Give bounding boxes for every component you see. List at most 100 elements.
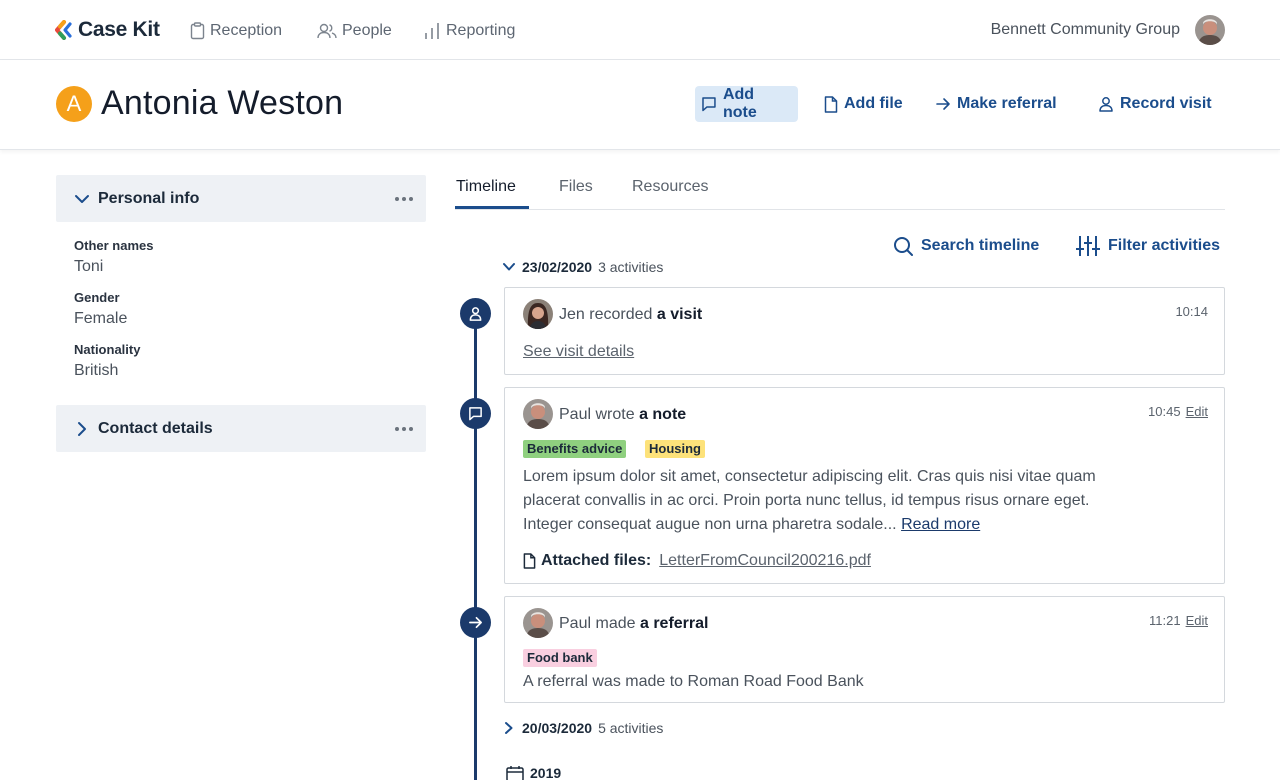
filter-activities-label: Filter activities — [1108, 237, 1221, 254]
chevron-right-icon — [505, 722, 513, 734]
more-options-icon[interactable] — [394, 189, 414, 209]
author-name: Paul — [559, 615, 592, 632]
brand-logo[interactable]: Case Kit — [55, 18, 160, 42]
group-date: 23/02/2020 — [522, 259, 593, 275]
active-tab-indicator — [455, 206, 529, 209]
edit-link[interactable]: Edit — [1186, 613, 1208, 628]
case-kit-logo-icon — [55, 20, 72, 40]
field-label: Other names — [74, 238, 154, 253]
personal-info-section-header[interactable]: Personal info — [56, 175, 426, 222]
nav-item-label: People — [342, 22, 392, 39]
group-count: 3 activities — [598, 259, 664, 275]
date-group-header[interactable]: 23/02/2020 3 activities — [502, 257, 663, 277]
filter-activities-button[interactable]: Filter activities — [1076, 234, 1220, 258]
read-more-link[interactable]: Read more — [901, 516, 980, 533]
referral-node-icon — [460, 607, 491, 638]
add-note-label: Add note — [722, 86, 757, 121]
date-group-header[interactable]: 20/03/2020 5 activities — [502, 718, 663, 738]
record-visit-button[interactable]: Record visit — [1092, 86, 1218, 122]
author-name: Jen — [559, 306, 585, 323]
speech-bubble-icon — [702, 97, 716, 112]
arrow-right-icon — [936, 98, 950, 110]
bar-chart-icon — [425, 23, 439, 39]
group-count: 5 activities — [598, 720, 664, 736]
activity-time-block: 11:21 Edit — [1149, 613, 1208, 628]
content-tabs: Timeline Files Resources — [455, 172, 1225, 210]
chevron-down-icon — [75, 194, 89, 203]
person-initial-badge: A — [56, 86, 92, 122]
nav-item-people[interactable]: People — [317, 19, 392, 43]
person-header: A Antonia Weston Add note Add file Make … — [0, 60, 1280, 150]
add-note-button[interactable]: Add note — [695, 86, 798, 122]
contact-details-section-header[interactable]: Contact details — [56, 405, 426, 452]
tag-housing[interactable]: Housing — [645, 440, 705, 458]
activity-verb: made — [595, 615, 636, 632]
page-title: Antonia Weston — [101, 84, 344, 122]
activity-card-referral: Paul made a referral 11:21 Edit Food bank… — [504, 596, 1225, 703]
organisation-name[interactable]: Bennett Community Group — [991, 21, 1180, 39]
year-group-header[interactable]: 2019 — [506, 763, 561, 780]
activity-heading: Paul made a referral — [559, 615, 708, 633]
attached-files-row: Attached files: LetterFromCouncil200216.… — [523, 552, 871, 570]
section-title: Personal info — [98, 189, 200, 207]
activity-object: a visit — [656, 306, 703, 323]
field-label: Nationality — [74, 342, 141, 357]
file-icon — [824, 95, 838, 113]
activity-verb: wrote — [595, 406, 635, 423]
tab-files[interactable]: Files — [559, 178, 593, 196]
person-icon — [1099, 97, 1113, 112]
search-timeline-label: Search timeline — [921, 237, 1040, 254]
nav-item-label: Reception — [210, 22, 283, 39]
group-date: 20/03/2020 — [522, 720, 593, 736]
tag-benefits-advice[interactable]: Benefits advice — [523, 440, 627, 458]
activity-card-visit: Jen recorded a visit 10:14 See visit det… — [504, 287, 1225, 375]
tab-resources[interactable]: Resources — [632, 178, 708, 196]
tab-timeline[interactable]: Timeline — [456, 178, 516, 196]
section-title: Contact details — [98, 419, 213, 437]
nav-item-reporting[interactable]: Reporting — [423, 19, 515, 43]
make-referral-label: Make referral — [957, 95, 1057, 112]
timeline-line — [474, 312, 477, 780]
add-file-label: Add file — [844, 95, 903, 112]
activity-card-note: Paul wrote a note 10:45 Edit Benefits adv… — [504, 387, 1225, 584]
note-body-line: Lorem ipsum dolor sit amet, consectetur … — [523, 468, 1096, 485]
note-body: Lorem ipsum dolor sit amet, consectetur … — [523, 465, 1096, 537]
record-visit-label: Record visit — [1120, 95, 1212, 112]
note-body-line: placerat convallis in ac orci. Proin por… — [523, 492, 1090, 509]
field-value: Toni — [74, 258, 104, 275]
people-icon — [317, 23, 337, 39]
search-timeline-button[interactable]: Search timeline — [893, 234, 1039, 258]
group-year: 2019 — [530, 765, 562, 780]
field-label: Gender — [74, 290, 120, 305]
make-referral-button[interactable]: Make referral — [929, 86, 1063, 122]
add-file-button[interactable]: Add file — [818, 86, 909, 122]
field-value: British — [74, 362, 119, 379]
nav-item-reception[interactable]: Reception — [190, 19, 282, 43]
note-body-line: Integer consequat augue non urna pharetr… — [523, 516, 897, 533]
activity-time: 10:14 — [1175, 304, 1208, 319]
note-node-icon — [460, 398, 491, 429]
search-icon — [894, 237, 913, 256]
nav-item-label: Reporting — [446, 22, 516, 39]
filter-sliders-icon — [1076, 236, 1100, 256]
calendar-icon — [506, 765, 524, 780]
activity-verb: recorded — [589, 306, 653, 323]
author-name: Paul — [559, 406, 592, 423]
attached-file-link[interactable]: LetterFromCouncil200216.pdf — [659, 552, 871, 570]
tag-food-bank[interactable]: Food bank — [523, 649, 597, 667]
user-avatar[interactable] — [1195, 15, 1225, 45]
visit-node-icon — [460, 298, 491, 329]
author-avatar — [523, 608, 553, 638]
activity-heading: Jen recorded a visit — [559, 306, 702, 324]
see-visit-details-link[interactable]: See visit details — [523, 343, 634, 361]
activity-heading: Paul wrote a note — [559, 406, 686, 424]
author-avatar — [523, 299, 553, 329]
activity-object: a note — [639, 406, 687, 423]
activity-time: 11:21 — [1149, 613, 1181, 628]
more-options-icon[interactable] — [394, 419, 414, 439]
edit-link[interactable]: Edit — [1186, 404, 1208, 419]
attached-files-label: Attached files: — [541, 552, 652, 569]
file-icon — [523, 553, 536, 569]
chevron-down-icon — [503, 263, 515, 271]
field-value: Female — [74, 310, 128, 327]
